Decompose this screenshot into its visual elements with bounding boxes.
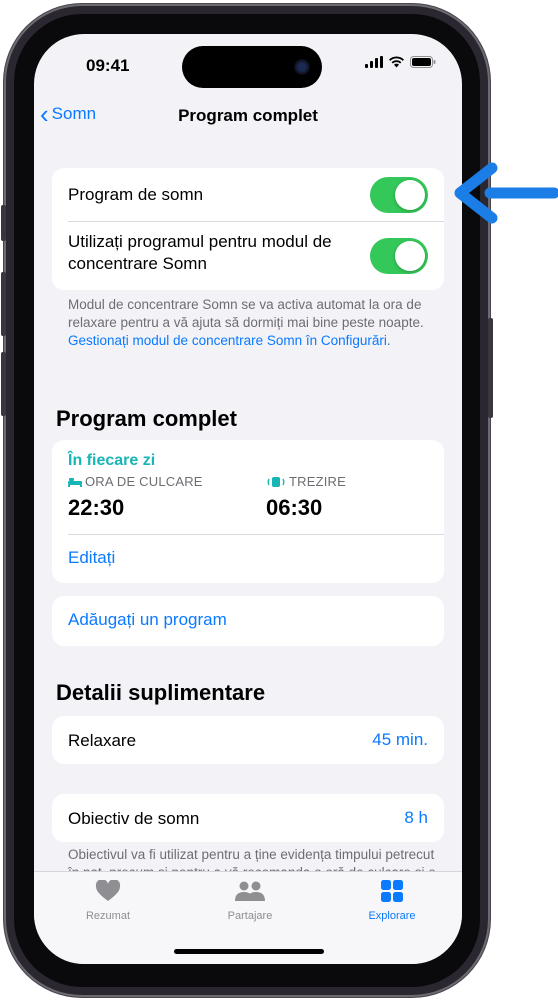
manage-focus-link[interactable]: Gestionați modul de concentrare Somn în … <box>68 333 391 348</box>
wifi-icon <box>389 56 404 68</box>
status-time: 09:41 <box>86 56 130 75</box>
tab-browse[interactable]: Explorare <box>332 880 452 922</box>
tab-browse-label: Explorare <box>368 910 416 922</box>
grid-icon <box>381 880 403 902</box>
sleep-schedule-label: Program de somn <box>68 185 204 204</box>
battery-icon <box>410 56 436 68</box>
tab-bar: Rezumat Partajare Explorare <box>34 871 462 964</box>
status-bar: 09:41 <box>34 34 462 94</box>
bedtime-block: ORA DE CULCARE 22:30 <box>68 474 203 521</box>
bedtime-label: ORA DE CULCARE <box>85 474 203 489</box>
focus-mode-footnote: Modul de concentrare Somn se va activa a… <box>68 296 438 350</box>
divider <box>68 221 444 222</box>
focus-mode-label: Utilizați programul pentru modul de conc… <box>68 232 332 273</box>
wind-down-label: Relaxare <box>68 731 137 750</box>
edit-schedule-button[interactable]: Editați <box>68 548 115 568</box>
tab-summary-label: Rezumat <box>85 910 131 922</box>
full-schedule-heading: Program complet <box>56 406 237 431</box>
sleep-goal-value: 8 h <box>404 808 428 827</box>
tab-summary[interactable]: Rezumat <box>48 879 168 922</box>
camera-icon <box>294 59 310 75</box>
schedule-card[interactable]: În fiecare zi ORA DE CULCARE 22:30 TREZI… <box>52 440 444 583</box>
add-schedule-card[interactable]: Adăugați un program <box>52 596 444 646</box>
status-icons <box>365 56 436 68</box>
bed-icon <box>68 477 82 487</box>
divider <box>68 534 444 535</box>
focus-mode-toggle[interactable] <box>370 238 428 274</box>
sleep-settings-card: Program de somn Utilizați programul pent… <box>52 168 444 290</box>
volume-up-button <box>1 272 6 336</box>
sleep-goal-label: Obiectiv de somn <box>68 809 200 828</box>
wake-label: TREZIRE <box>289 474 347 489</box>
arrow-left-icon <box>454 162 558 224</box>
action-button <box>1 205 6 241</box>
screen: 09:41 ‹ Somn Program complet Program de … <box>34 34 462 964</box>
tab-sharing-label: Partajare <box>227 910 273 922</box>
sleep-schedule-toggle[interactable] <box>370 177 428 213</box>
wind-down-value: 45 min. <box>372 730 428 749</box>
toggle-knob <box>395 180 425 210</box>
details-heading: Detalii suplimentare <box>56 680 266 705</box>
side-button <box>488 318 493 418</box>
home-indicator[interactable] <box>174 949 324 954</box>
wake-block: TREZIRE 06:30 <box>266 474 346 521</box>
wind-down-row[interactable]: Relaxare 45 min. <box>52 716 444 764</box>
navigation-bar: ‹ Somn Program complet <box>34 98 462 138</box>
schedule-days: În fiecare zi <box>68 452 156 469</box>
footnote-text: Modul de concentrare Somn se va activa a… <box>68 297 424 330</box>
toggle-knob <box>395 241 425 271</box>
alarm-icon <box>267 476 285 487</box>
page-title: Program complet <box>178 106 318 125</box>
dynamic-island <box>182 46 322 88</box>
add-schedule-button[interactable]: Adăugați un program <box>68 610 227 630</box>
sleep-goal-row[interactable]: Obiectiv de somn 8 h <box>52 794 444 842</box>
wake-value: 06:30 <box>266 495 323 520</box>
volume-down-button <box>1 352 6 416</box>
bedtime-value: 22:30 <box>68 495 125 520</box>
people-icon <box>235 881 265 901</box>
heart-icon <box>95 879 121 901</box>
signal-icon <box>365 56 383 68</box>
tab-sharing[interactable]: Partajare <box>190 880 310 922</box>
